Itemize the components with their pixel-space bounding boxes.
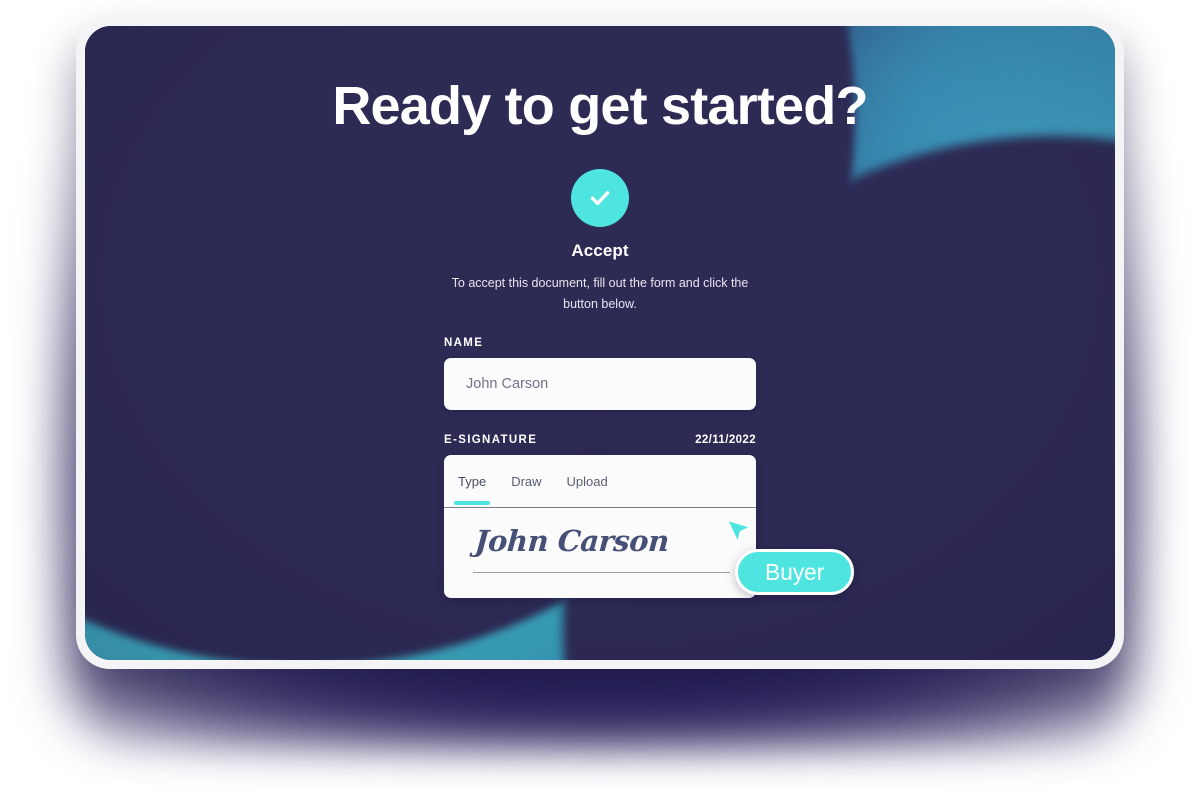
screenshot-root: Ready to get started? Accept To accept t… — [0, 0, 1200, 801]
device-screen: Ready to get started? Accept To accept t… — [85, 26, 1115, 660]
check-circle-icon — [571, 169, 629, 228]
accept-heading: Accept — [571, 241, 629, 261]
tab-upload[interactable]: Upload — [567, 474, 608, 503]
esignature-field-label: E-SIGNATURE — [444, 433, 538, 446]
esignature-label-row: E-SIGNATURE 22/11/2022 — [444, 434, 756, 446]
esignature-canvas[interactable]: John Carson — [444, 508, 756, 598]
name-field-label: NAME — [444, 336, 484, 349]
name-label-row: NAME — [444, 337, 756, 349]
signature-value: John Carson — [473, 523, 670, 558]
pointer-arrow-icon — [722, 513, 756, 547]
page-content: Ready to get started? Accept To accept t… — [85, 26, 1115, 660]
esignature-panel: Type Draw Upload John Carson — [444, 454, 756, 598]
accept-form: NAME E-SIGNATURE 22/11/2022 Type Draw Up… — [444, 337, 756, 598]
esignature-tabs: Type Draw Upload — [444, 455, 756, 508]
accept-description: To accept this document, fill out the fo… — [451, 276, 749, 312]
page-title: Ready to get started? — [332, 76, 868, 136]
tab-type[interactable]: Type — [453, 474, 491, 506]
name-input[interactable] — [444, 357, 756, 410]
esignature-date: 22/11/2022 — [695, 433, 756, 446]
buyer-label-text: Buyer — [765, 558, 825, 585]
tab-draw[interactable]: Draw — [511, 474, 541, 503]
signature-baseline — [473, 571, 730, 574]
device-frame: Ready to get started? Accept To accept t… — [76, 17, 1124, 669]
form-spacer — [444, 410, 756, 434]
buyer-cursor-label: Buyer — [735, 549, 855, 595]
